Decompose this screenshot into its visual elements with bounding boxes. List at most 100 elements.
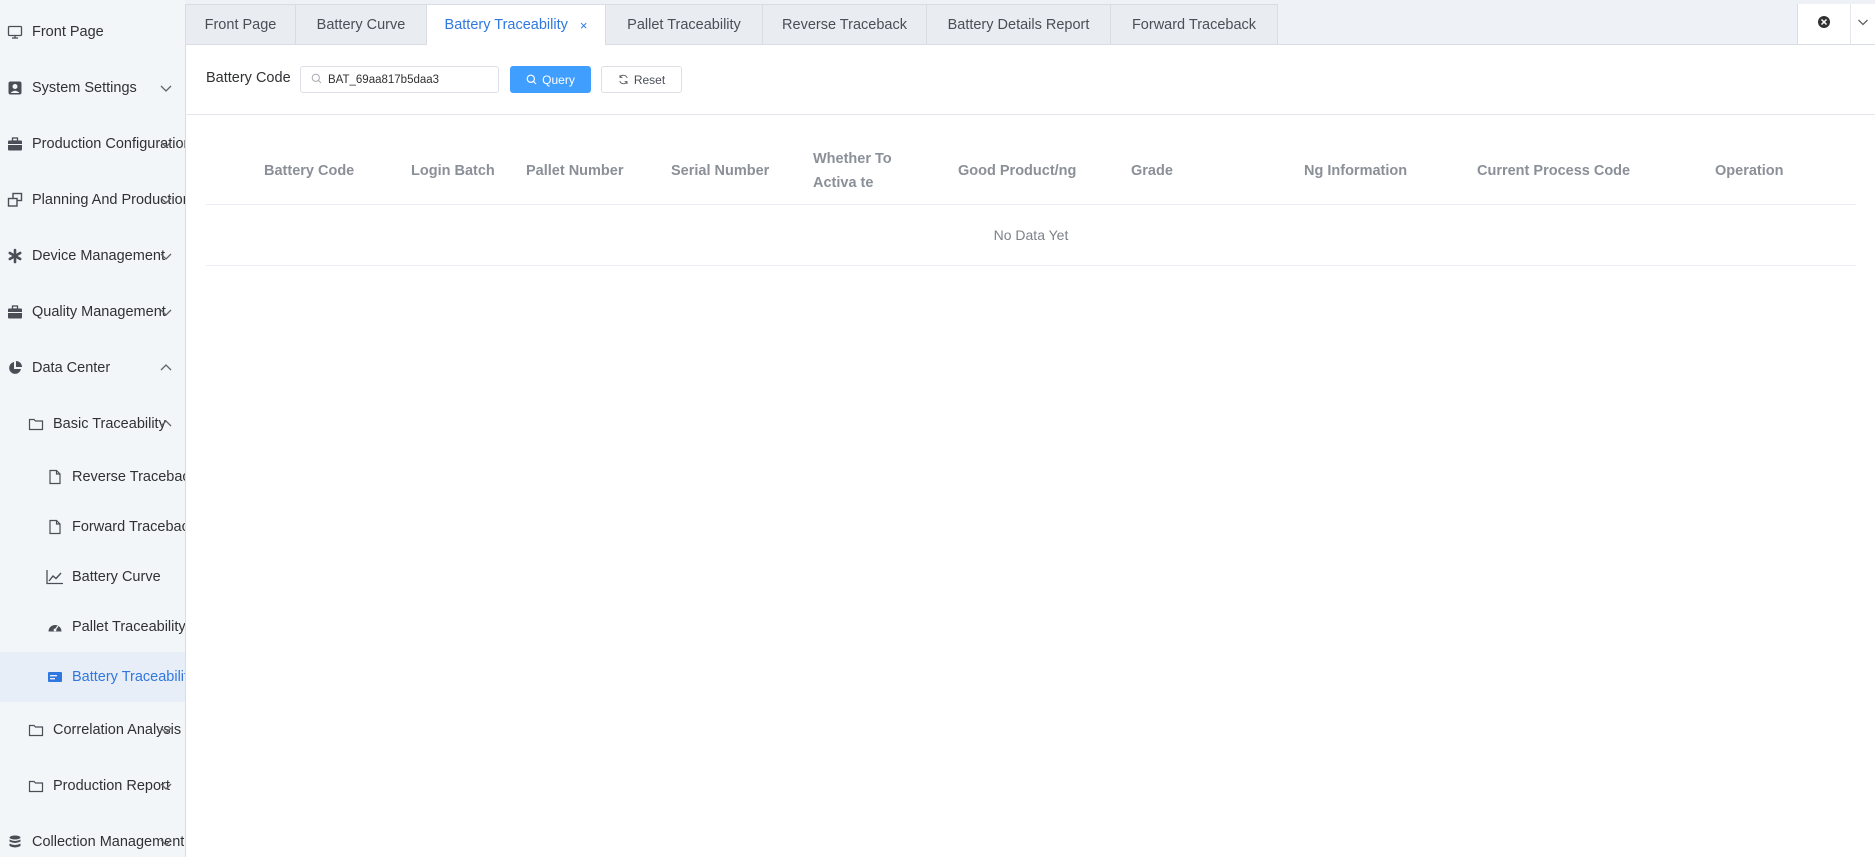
tab-label: Front Page [204, 16, 277, 33]
sidebar-item-battery-curve[interactable]: Battery Curve [0, 557, 185, 597]
query-form: Battery Code Query Reset [185, 44, 1875, 115]
close-icon[interactable]: × [580, 18, 588, 33]
column-header-operation: Operation [1715, 163, 1784, 179]
column-header-serial-number: Serial Number [671, 163, 770, 179]
tab-forward-traceback[interactable]: Forward Traceback [1110, 4, 1278, 44]
sidebar-item-front-page[interactable]: Front Page [0, 12, 185, 52]
user-settings-icon [6, 79, 24, 97]
sidebar-item-label: Forward Traceback [72, 519, 186, 535]
tab-battery-details-report[interactable]: Battery Details Report [926, 4, 1111, 44]
tab-label: Forward Traceback [1131, 16, 1257, 33]
sidebar-item-reverse-traceback[interactable]: Reverse Traceback [0, 457, 186, 497]
sidebar-item-label: Reverse Traceback [72, 469, 186, 485]
document-icon [46, 518, 64, 536]
reset-button-label: Reset [633, 72, 666, 87]
tab-front-page[interactable]: Front Page [185, 4, 296, 44]
tab-label: Battery Traceability [444, 17, 568, 33]
sidebar-item-label: Battery Curve [72, 569, 161, 585]
column-header-login-batch: Login Batch [411, 163, 495, 179]
query-button[interactable]: Query [510, 66, 591, 93]
folder-icon [27, 777, 45, 795]
chevron-down-icon [158, 304, 174, 320]
sidebar-item-system-settings[interactable]: System Settings [0, 68, 185, 108]
tab-label: Pallet Traceability [627, 16, 741, 33]
column-header-whether-to-activate: Whether To Activa te [813, 151, 892, 191]
search-icon [526, 74, 537, 85]
sidebar-item-data-center[interactable]: Data Center [0, 348, 185, 388]
tab-bar: Front Page Battery Curve Battery Traceab… [185, 0, 1875, 45]
sidebar-item-label: Front Page [32, 24, 104, 40]
document-icon [46, 468, 64, 486]
query-button-label: Query [542, 72, 575, 87]
card-icon [46, 668, 64, 686]
sidebar-item-basic-traceability[interactable]: Basic Traceability [0, 404, 185, 444]
sidebar-item-label: Battery Traceability [72, 669, 186, 685]
sidebar-item-production-configuration[interactable]: Production Configuration [0, 124, 185, 164]
sidebar-item-battery-traceability[interactable]: Battery Traceability [0, 652, 186, 702]
tab-reverse-traceback[interactable]: Reverse Traceback [762, 4, 927, 44]
chevron-down-icon [1856, 15, 1870, 34]
tab-pallet-traceability[interactable]: Pallet Traceability [605, 4, 763, 44]
close-circle-icon [1817, 15, 1831, 34]
sidebar-item-collection-management[interactable]: Collection Management [0, 822, 185, 857]
sidebar-item-label: Basic Traceability [53, 416, 166, 432]
sidebar-item-device-management[interactable]: Device Management [0, 236, 185, 276]
reset-button[interactable]: Reset [601, 66, 682, 93]
column-header-current-process-code: Current Process Code [1477, 163, 1631, 179]
folder-icon [27, 721, 45, 739]
battery-traceability-table: Battery Code Login Batch Pallet Number S… [206, 138, 1856, 266]
close-all-tabs-button[interactable] [1798, 4, 1851, 44]
pie-chart-icon [6, 359, 24, 377]
tab-label: Battery Curve [316, 16, 406, 33]
sidebar-item-label: Pallet Traceability [72, 619, 186, 635]
column-header-ng-information: Ng Information [1304, 163, 1408, 179]
column-header-battery-code: Battery Code [264, 163, 355, 179]
column-header-pallet-number: Pallet Number [526, 163, 624, 179]
briefcase-icon [6, 135, 24, 153]
tab-battery-traceability[interactable]: Battery Traceability × [426, 4, 606, 45]
line-chart-icon [46, 568, 64, 586]
sidebar-item-label: Production Report [53, 778, 170, 794]
chevron-down-icon [158, 192, 174, 208]
chevron-down-icon [158, 80, 174, 96]
monitor-icon [6, 23, 24, 41]
sidebar: Front Page System Settings Production Co… [0, 0, 186, 857]
battery-code-field[interactable] [300, 66, 499, 93]
chevron-down-icon [158, 248, 174, 264]
sidebar-item-label: Quality Management [32, 304, 166, 320]
sidebar-item-pallet-traceability[interactable]: Pallet Traceability [0, 607, 186, 647]
tab-battery-curve[interactable]: Battery Curve [295, 4, 427, 44]
sidebar-item-correlation-analysis[interactable]: Correlation Analysis [0, 710, 185, 750]
column-header-grade: Grade [1131, 163, 1173, 179]
briefcase-icon [6, 303, 24, 321]
battery-code-label: Battery Code [206, 70, 291, 86]
search-icon [311, 71, 322, 89]
windows-icon [6, 191, 24, 209]
asterisk-icon [6, 247, 24, 265]
chevron-down-icon [158, 136, 174, 152]
sidebar-item-label: Data Center [32, 360, 111, 376]
tab-label: Battery Details Report [947, 16, 1090, 33]
gauge-icon [46, 618, 64, 636]
database-icon [6, 833, 24, 851]
tabs-dropdown-button[interactable] [1850, 4, 1875, 44]
tab-tools [1797, 4, 1875, 44]
sidebar-item-forward-traceback[interactable]: Forward Traceback [0, 507, 186, 547]
refresh-icon [618, 74, 629, 85]
tab-label: Reverse Traceback [782, 16, 907, 33]
chevron-down-icon [158, 834, 174, 850]
sidebar-item-quality-management[interactable]: Quality Management [0, 292, 185, 332]
chevron-down-icon [158, 778, 174, 794]
folder-icon [27, 415, 45, 433]
chevron-up-icon [158, 360, 174, 376]
chevron-down-icon [158, 722, 174, 738]
sidebar-item-planning-and-production[interactable]: Planning And Production [0, 180, 185, 220]
table-header: Battery Code Login Batch Pallet Number S… [206, 138, 1856, 205]
column-header-good-product-ng: Good Product/ng [958, 163, 1077, 179]
sidebar-item-production-report[interactable]: Production Report [0, 766, 185, 806]
sidebar-item-label: Device Management [32, 248, 165, 264]
chevron-up-icon [158, 416, 174, 432]
sidebar-item-label: System Settings [32, 80, 137, 96]
table-empty-state: No Data Yet [206, 205, 1856, 266]
battery-code-input[interactable] [328, 73, 488, 86]
